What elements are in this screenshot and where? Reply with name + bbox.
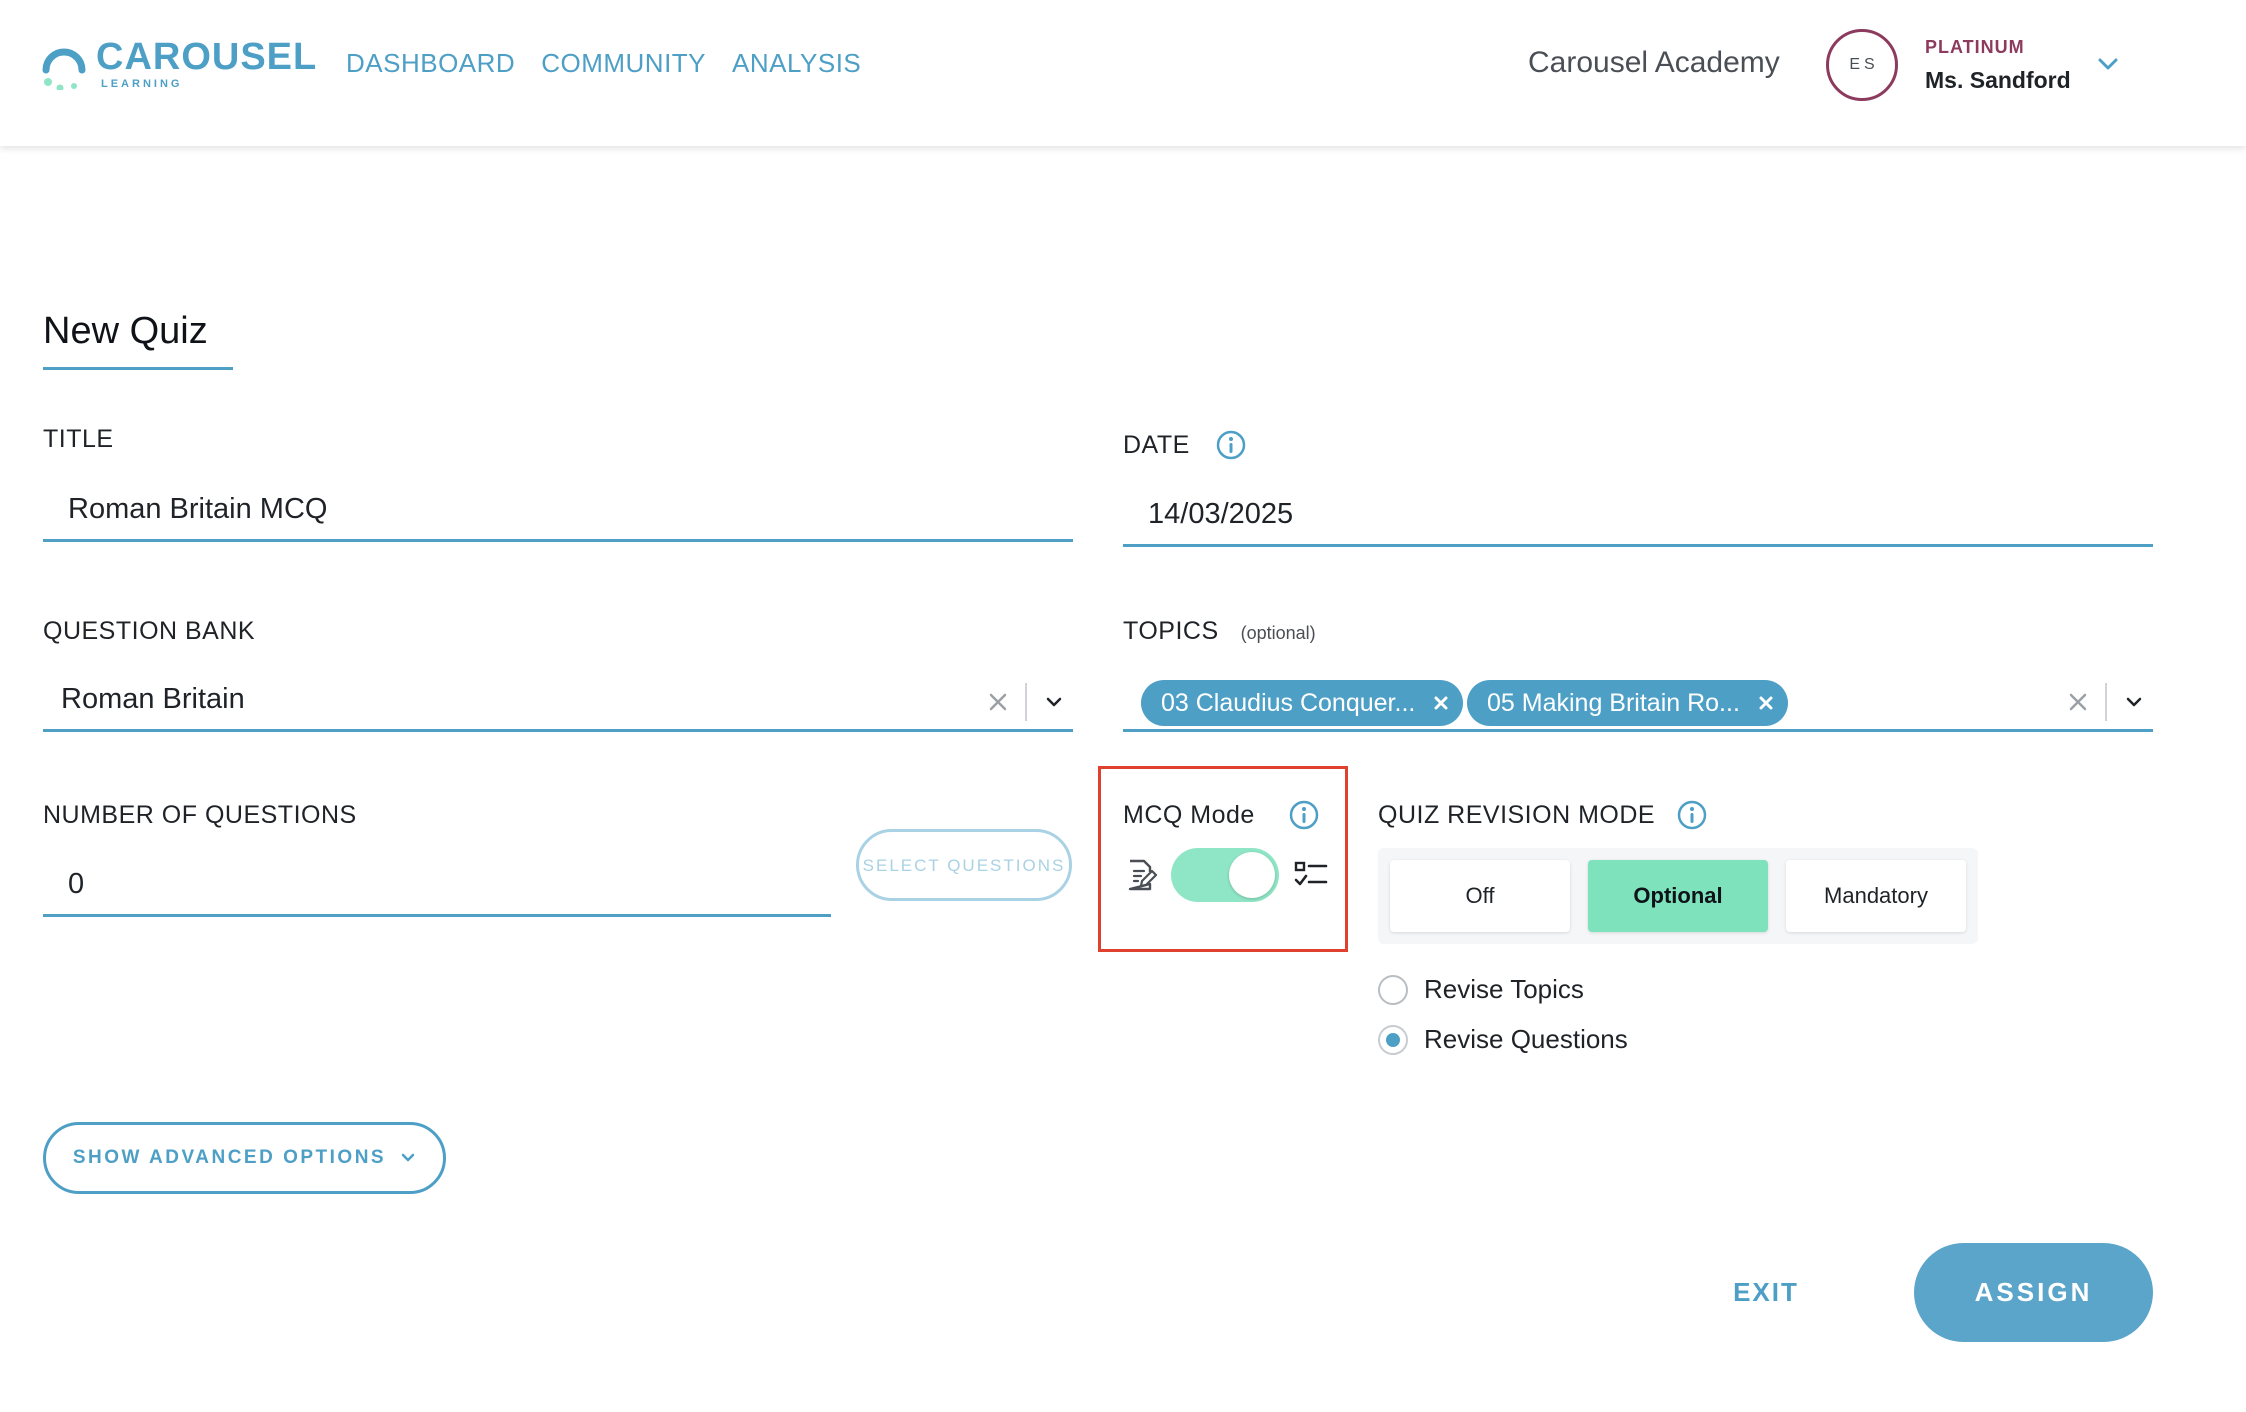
page-title: New Quiz <box>43 310 208 352</box>
nav-community[interactable]: COMMUNITY <box>541 48 706 79</box>
topic-chip-label: 03 Claudius Conquer... <box>1161 688 1416 717</box>
remove-topic-icon[interactable] <box>1758 695 1774 711</box>
date-input[interactable] <box>1148 498 2153 531</box>
main-nav: DASHBOARD COMMUNITY ANALYSIS <box>346 48 861 79</box>
title-field[interactable] <box>43 480 1073 542</box>
revise-topics-option[interactable]: Revise Topics <box>1378 974 1584 1005</box>
revision-mode-optional[interactable]: Optional <box>1588 860 1768 932</box>
brand-name: CAROUSEL <box>96 36 318 78</box>
page-title-underline <box>43 367 233 370</box>
avatar[interactable]: ES <box>1826 29 1898 101</box>
user-name[interactable]: Ms. Sandford <box>1925 67 2071 94</box>
revise-questions-option[interactable]: Revise Questions <box>1378 1024 1628 1055</box>
number-of-questions-label: NUMBER OF QUESTIONS <box>43 801 357 829</box>
select-questions-button[interactable]: SELECT QUESTIONS <box>856 829 1072 901</box>
checklist-icon <box>1294 861 1328 886</box>
show-advanced-options-label: SHOW ADVANCED OPTIONS <box>72 1147 387 1168</box>
revision-mode-mandatory[interactable]: Mandatory <box>1786 860 1966 932</box>
top-header: CAROUSEL LEARNING DASHBOARD COMMUNITY AN… <box>0 0 2246 146</box>
carousel-logo-icon <box>42 48 86 90</box>
question-bank-value: Roman Britain <box>61 683 245 715</box>
brand-subtitle: LEARNING <box>101 78 183 90</box>
date-label: DATE <box>1123 431 1190 459</box>
topics-label-text: TOPICS <box>1123 617 1219 645</box>
revise-topics-label: Revise Topics <box>1424 974 1584 1004</box>
topic-chip: 03 Claudius Conquer... <box>1141 680 1464 726</box>
carousel-logo[interactable]: CAROUSEL LEARNING <box>40 36 316 94</box>
title-label: TITLE <box>43 425 114 453</box>
revise-questions-label: Revise Questions <box>1424 1024 1628 1054</box>
mcq-mode-label: MCQ Mode <box>1123 801 1255 829</box>
topics-select[interactable]: 03 Claudius Conquer... 05 Making Britain… <box>1123 670 2153 732</box>
question-bank-select[interactable]: Roman Britain <box>43 670 1073 732</box>
nav-dashboard[interactable]: DASHBOARD <box>346 48 515 79</box>
user-menu-chevron-icon[interactable] <box>2096 52 2120 76</box>
mcq-mode-info-icon[interactable] <box>1288 799 1320 831</box>
revision-mode-off[interactable]: Off <box>1390 860 1570 932</box>
date-field[interactable] <box>1123 485 2153 547</box>
date-info-icon[interactable] <box>1215 429 1247 461</box>
school-name: Carousel Academy <box>1528 46 1780 79</box>
exit-button[interactable]: EXIT <box>1706 1262 1826 1322</box>
question-bank-label: QUESTION BANK <box>43 617 256 645</box>
edit-document-icon <box>1128 859 1158 891</box>
number-of-questions-field[interactable] <box>43 855 831 917</box>
clear-question-bank-icon[interactable] <box>987 691 1009 713</box>
quiz-revision-info-icon[interactable] <box>1676 799 1708 831</box>
mcq-mode-toggle[interactable] <box>1171 848 1279 902</box>
quiz-revision-mode-label: QUIZ REVISION MODE <box>1378 801 1656 829</box>
topic-chip: 05 Making Britain Ro... <box>1467 680 1788 726</box>
topics-controls <box>2067 682 2145 722</box>
revision-mode-segmented-control: Off Optional Mandatory <box>1378 848 1978 944</box>
assign-button[interactable]: ASSIGN <box>1914 1243 2153 1342</box>
plan-badge: PLATINUM <box>1925 37 2025 57</box>
nav-analysis[interactable]: ANALYSIS <box>732 48 861 79</box>
question-bank-chevron-down-icon[interactable] <box>1043 691 1065 713</box>
topics-chevron-down-icon[interactable] <box>2123 691 2145 713</box>
topic-chip-label: 05 Making Britain Ro... <box>1487 688 1740 717</box>
select-separator <box>2105 683 2107 721</box>
revise-questions-radio[interactable] <box>1378 1024 1408 1055</box>
toggle-knob <box>1229 852 1275 898</box>
topics-label: TOPICS (optional) <box>1123 617 1316 646</box>
revise-topics-radio[interactable] <box>1378 974 1408 1005</box>
show-advanced-options-button[interactable]: SHOW ADVANCED OPTIONS <box>43 1122 446 1194</box>
remove-topic-icon[interactable] <box>1433 695 1449 711</box>
number-of-questions-input[interactable] <box>68 868 831 901</box>
chevron-down-icon <box>401 1153 415 1162</box>
question-bank-controls <box>987 682 1065 722</box>
title-input[interactable] <box>68 493 1073 526</box>
select-separator <box>1025 683 1027 721</box>
clear-topics-icon[interactable] <box>2067 691 2089 713</box>
topics-optional: (optional) <box>1240 623 1316 643</box>
